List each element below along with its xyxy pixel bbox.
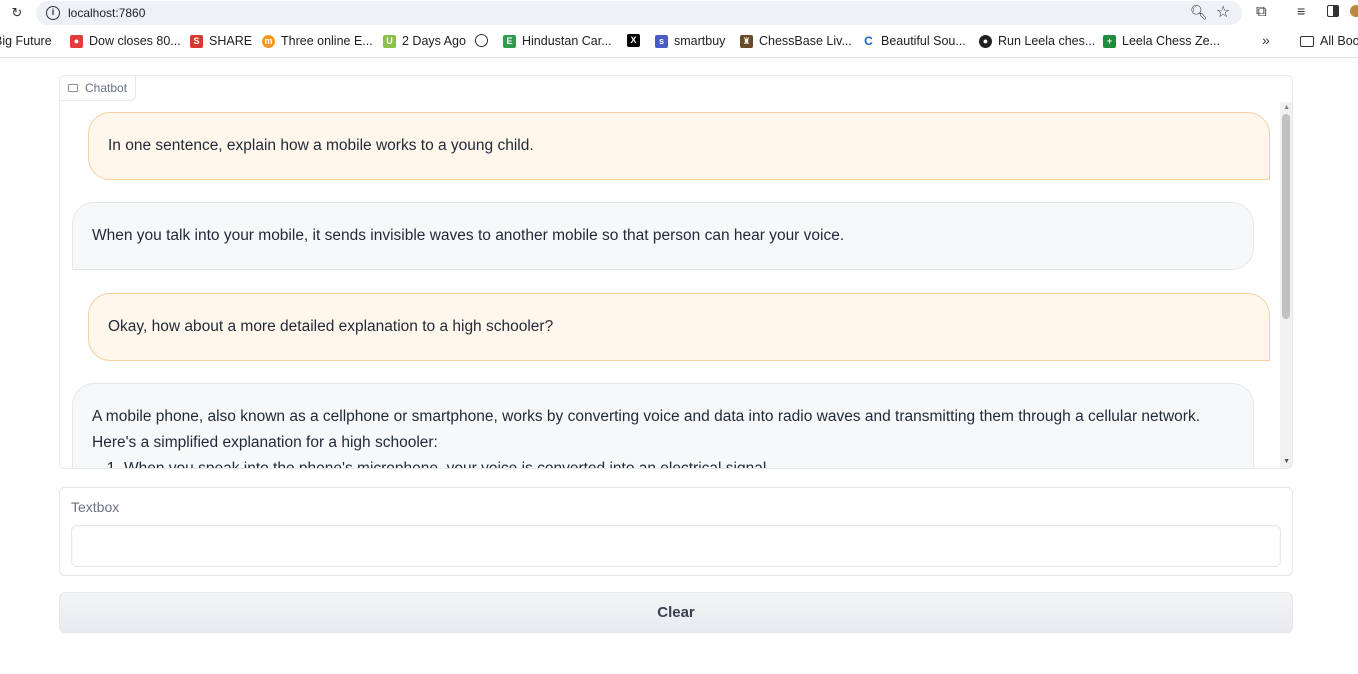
more-bookmarks-icon[interactable]: » xyxy=(1262,32,1270,48)
scroll-up-icon[interactable]: ▲ xyxy=(1283,104,1290,111)
bookmark-item[interactable]: X xyxy=(627,34,646,47)
bookmark-label: ChessBase Liv... xyxy=(759,34,852,48)
sheets-icon: + xyxy=(1103,34,1116,48)
side-panel-icon[interactable] xyxy=(1327,5,1339,17)
bookmark-item[interactable] xyxy=(475,34,494,47)
textbox-block: Textbox xyxy=(59,487,1293,576)
all-bookmarks-label: All Boo xyxy=(1320,34,1358,48)
textbox-label: Textbox xyxy=(71,499,120,515)
bookmark-label: Big Future xyxy=(0,34,52,48)
profile-avatar[interactable] xyxy=(1350,5,1358,17)
x-icon: X xyxy=(627,34,640,47)
chatbot-label: Chatbot xyxy=(85,81,128,95)
url-text[interactable]: localhost:7860 xyxy=(68,6,145,20)
chessbase-icon: ♜ xyxy=(740,34,753,48)
nbc-peacock-icon: ● xyxy=(70,34,83,48)
chatbot-label-tag: Chatbot xyxy=(60,76,137,101)
zoom-icon[interactable]: 🔍︎ xyxy=(1190,4,1208,21)
bookmark-item[interactable]: S SHARE xyxy=(190,34,252,48)
smartbuy-icon: s xyxy=(655,34,668,48)
media-control-icon[interactable]: ≡ xyxy=(1297,3,1305,19)
bookmark-item[interactable]: s smartbuy xyxy=(655,34,725,48)
bookmark-label: Dow closes 80... xyxy=(89,34,181,48)
bookmark-item[interactable]: Big Future xyxy=(0,34,52,48)
globe-icon xyxy=(475,34,488,47)
message-list-item: When you speak into the phone's micropho… xyxy=(124,456,1234,468)
share-icon: S xyxy=(190,34,203,48)
bookmark-label: smartbuy xyxy=(674,34,726,48)
message-text: In one sentence, explain how a mobile wo… xyxy=(108,137,534,154)
bookmark-label: Three online E... xyxy=(281,34,373,48)
bookmark-item[interactable]: ♜ ChessBase Liv... xyxy=(740,34,852,48)
message-text: When you talk into your mobile, it sends… xyxy=(92,227,845,244)
github-icon: ● xyxy=(979,34,992,48)
extensions-icon[interactable]: ⧉ xyxy=(1256,3,1267,20)
c-icon: C xyxy=(862,34,875,48)
chat-scrollbar-thumb[interactable] xyxy=(1282,114,1290,319)
chat-bubble-icon xyxy=(68,84,78,92)
green-square-icon: U xyxy=(383,34,396,48)
bookmark-item[interactable]: + Leela Chess Ze... xyxy=(1103,34,1220,48)
browser-toolbar: ↻ i localhost:7860 🔍︎ ☆ ⧉ ≡ xyxy=(0,0,1358,26)
all-bookmarks[interactable]: All Boo xyxy=(1300,34,1358,48)
bookmark-item[interactable]: m Three online E... xyxy=(262,34,373,48)
orange-circle-icon: m xyxy=(262,34,275,48)
site-info-icon[interactable]: i xyxy=(46,6,60,20)
bot-message: A mobile phone, also known as a cellphon… xyxy=(72,383,1254,468)
bookmark-label: Run Leela ches... xyxy=(998,34,1096,48)
message-list: When you speak into the phone's micropho… xyxy=(124,456,1234,468)
bookmark-item[interactable]: ● Dow closes 80... xyxy=(70,34,181,48)
folder-icon xyxy=(1300,35,1314,47)
bookmark-item[interactable]: ● Run Leela ches... xyxy=(979,34,1095,48)
bookmark-label: 2 Days Ago xyxy=(402,34,466,48)
chatbot-panel: Chatbot In one sentence, explain how a m… xyxy=(59,75,1293,469)
bookmark-label: Hindustan Car... xyxy=(522,34,612,48)
message-text: Okay, how about a more detailed explanat… xyxy=(108,318,554,335)
reload-icon[interactable]: ↻ xyxy=(8,4,26,22)
bookmark-label: Leela Chess Ze... xyxy=(1122,34,1220,48)
scroll-down-icon[interactable]: ▼ xyxy=(1283,458,1290,465)
address-bar[interactable]: i localhost:7860 xyxy=(36,1,1242,25)
bookmark-item[interactable]: E Hindustan Car... xyxy=(503,34,612,48)
bookmark-item[interactable]: C Beautiful Sou... xyxy=(862,34,966,48)
user-message: In one sentence, explain how a mobile wo… xyxy=(88,112,1270,180)
message-text: A mobile phone, also known as a cellphon… xyxy=(92,408,1201,451)
bookmark-star-icon[interactable]: ☆ xyxy=(1216,2,1230,22)
bookmark-item[interactable]: U 2 Days Ago xyxy=(383,34,466,48)
user-message: Okay, how about a more detailed explanat… xyxy=(88,293,1270,361)
bookmark-label: SHARE xyxy=(209,34,253,48)
bookmarks-bar: Big Future ● Dow closes 80... S SHARE m … xyxy=(0,26,1358,58)
clear-button[interactable]: Clear xyxy=(59,592,1293,633)
bookmark-label: Beautiful Sou... xyxy=(881,34,966,48)
hindustan-icon: E xyxy=(503,34,516,48)
message-input[interactable] xyxy=(71,525,1281,567)
bot-message: When you talk into your mobile, it sends… xyxy=(72,202,1254,270)
